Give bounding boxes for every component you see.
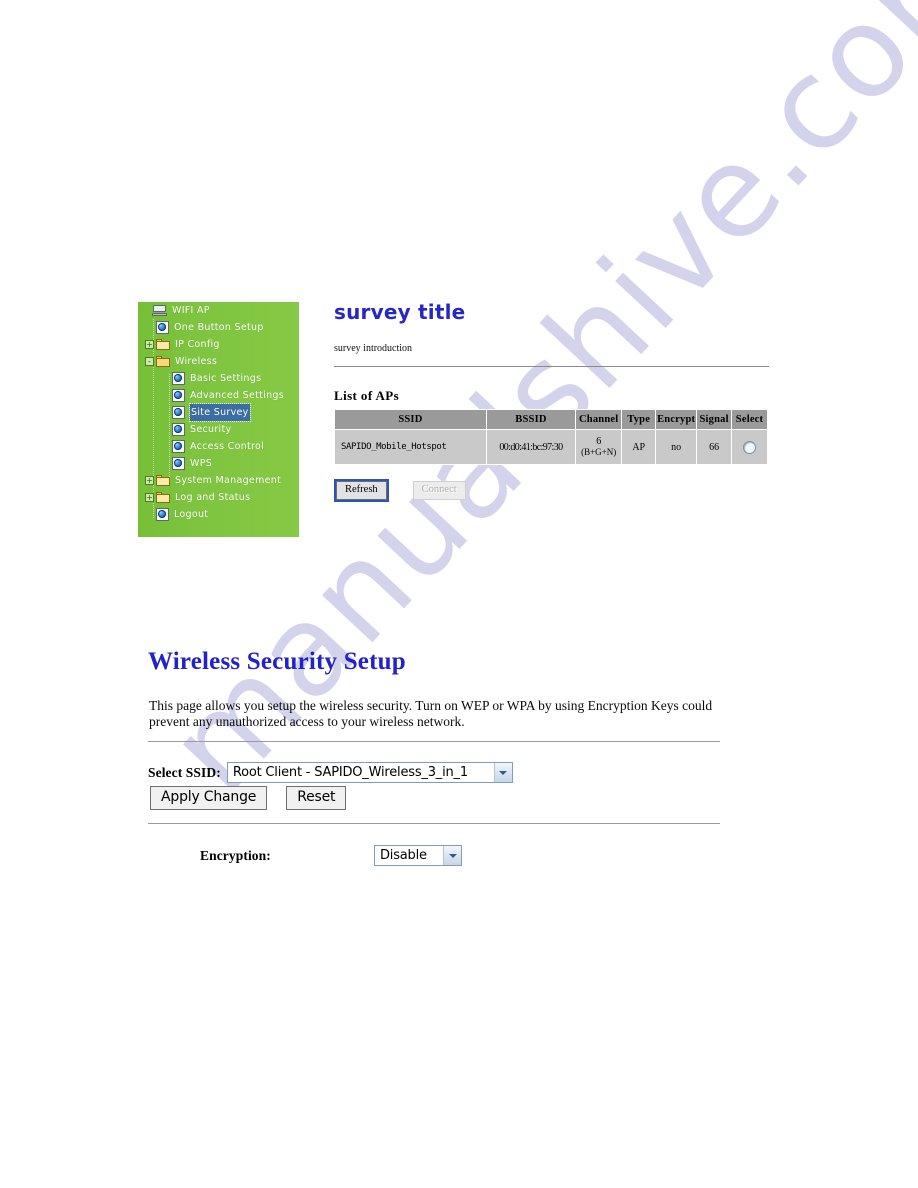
sidebar-item-label: Advanced Settings [190, 390, 285, 401]
select-ssid-row: Select SSID: Root Client - SAPIDO_Wirele… [148, 762, 513, 783]
globe-doc-icon [172, 457, 185, 470]
reset-button[interactable]: Reset [286, 786, 347, 810]
column-header-select: Select [731, 409, 768, 430]
folder-open-icon [156, 356, 170, 367]
connect-button[interactable]: Connect [412, 481, 466, 500]
sidebar-item-basic-settings[interactable]: Basic Settings [138, 370, 299, 387]
globe-doc-icon [172, 423, 185, 436]
sidebar-item-wifi-ap[interactable]: WIFI AP [138, 302, 299, 319]
column-header-type: Type [621, 409, 657, 430]
select-ap-radio[interactable] [743, 440, 757, 454]
collapse-icon[interactable]: - [145, 357, 154, 366]
cell-signal: 66 [696, 429, 733, 465]
chevron-down-icon[interactable] [443, 846, 461, 865]
table-header-row: SSID BSSID Channel Type Encrypt Signal S… [334, 409, 768, 430]
select-ssid-value: Root Client - SAPIDO_Wireless_3_in_1 [232, 765, 468, 780]
sidebar-item-label: Site Survey [189, 403, 251, 422]
encryption-dropdown[interactable]: Disable [374, 845, 462, 866]
sidebar-item-one-button-setup[interactable]: One Button Setup [138, 319, 299, 336]
sidebar-item-ip-config[interactable]: + IP Config [138, 336, 299, 353]
sidebar-item-site-survey[interactable]: Site Survey [138, 403, 299, 422]
survey-page-title: survey title [334, 300, 466, 324]
cell-type: AP [621, 429, 657, 465]
column-header-channel: Channel [575, 409, 623, 430]
sidebar-item-log-and-status[interactable]: + Log and Status [138, 489, 299, 506]
encryption-row: Encryption: Disable [200, 845, 462, 866]
globe-doc-icon [172, 372, 185, 385]
globe-doc-icon [172, 389, 185, 402]
security-page-title: Wireless Security Setup [148, 648, 406, 675]
sidebar-item-label: System Management [175, 475, 282, 486]
globe-doc-icon [172, 406, 185, 419]
security-button-row: Apply Change Reset [150, 786, 347, 810]
sidebar-item-system-management[interactable]: + System Management [138, 472, 299, 489]
sidebar-item-wireless[interactable]: - Wireless [138, 353, 299, 370]
refresh-button[interactable]: Refresh [334, 479, 389, 502]
table-row: SAPIDO_Mobile_Hotspot 00:d0:41:bc:97:30 … [334, 429, 768, 465]
ap-list-heading: List of APs [334, 388, 400, 403]
channel-mode: (B+G+N) [581, 447, 617, 457]
folder-icon [156, 339, 170, 350]
column-header-encrypt: Encrypt [655, 409, 698, 430]
survey-intro-text: survey introduction [334, 343, 413, 354]
cell-bssid: 00:d0:41:bc:97:30 [485, 429, 577, 465]
expand-icon[interactable]: + [145, 476, 154, 485]
navigation-tree: WIFI AP One Button Setup + IP Config - Wirel… [138, 302, 299, 537]
sidebar-item-label: Logout [174, 509, 209, 520]
monitor-icon [152, 305, 167, 316]
expand-icon[interactable]: + [145, 340, 154, 349]
encryption-label: Encryption: [200, 847, 271, 863]
cell-channel: 6 (B+G+N) [575, 429, 623, 465]
globe-doc-icon [172, 440, 185, 453]
select-ssid-label: Select SSID: [148, 764, 221, 780]
globe-doc-icon [156, 508, 169, 521]
sidebar-item-list: One Button Setup + IP Config - Wireless Basic… [138, 319, 299, 523]
globe-doc-icon [156, 321, 169, 334]
sidebar-item-logout[interactable]: Logout [138, 506, 299, 523]
sidebar-item-access-control[interactable]: Access Control [138, 438, 299, 455]
sidebar-item-label: WPS [190, 458, 213, 469]
column-header-bssid: BSSID [485, 409, 577, 430]
sidebar-item-label: One Button Setup [174, 322, 264, 333]
sidebar-item-label: IP Config [175, 339, 220, 350]
column-header-ssid: SSID [334, 409, 487, 430]
sidebar-item-label: Log and Status [175, 492, 251, 503]
security-divider-top [148, 741, 720, 742]
folder-icon [156, 492, 170, 503]
cell-ssid: SAPIDO_Mobile_Hotspot [334, 429, 487, 465]
security-description: This page allows you setup the wireless … [149, 698, 713, 729]
cell-encrypt: no [655, 429, 698, 465]
cell-select[interactable] [731, 429, 768, 465]
folder-icon [156, 475, 170, 486]
manual-page: WIFI AP One Button Setup + IP Config - Wirel… [0, 0, 918, 1188]
encryption-value: Disable [380, 848, 427, 863]
channel-number: 6 [596, 436, 602, 447]
sidebar-item-label: Security [190, 424, 232, 435]
expand-icon[interactable]: + [145, 493, 154, 502]
select-ssid-dropdown[interactable]: Root Client - SAPIDO_Wireless_3_in_1 [226, 762, 513, 783]
sidebar-item-label: Wireless [175, 356, 218, 367]
sidebar-item-advanced-settings[interactable]: Advanced Settings [138, 387, 299, 404]
apply-change-button[interactable]: Apply Change [150, 786, 268, 810]
sidebar-item-wps[interactable]: WPS [138, 455, 299, 472]
survey-divider [334, 366, 769, 367]
ap-list-table: SSID BSSID Channel Type Encrypt Signal S… [334, 409, 768, 465]
sidebar-item-security[interactable]: Security [138, 421, 299, 438]
chevron-down-icon[interactable] [493, 763, 512, 782]
sidebar-item-label: WIFI AP [172, 305, 210, 316]
sidebar-item-label: Access Control [190, 441, 265, 452]
sidebar-item-label: Basic Settings [190, 373, 262, 384]
survey-button-row: Refresh Connect [334, 479, 466, 502]
security-divider-bottom [148, 823, 720, 824]
column-header-signal: Signal [696, 409, 733, 430]
